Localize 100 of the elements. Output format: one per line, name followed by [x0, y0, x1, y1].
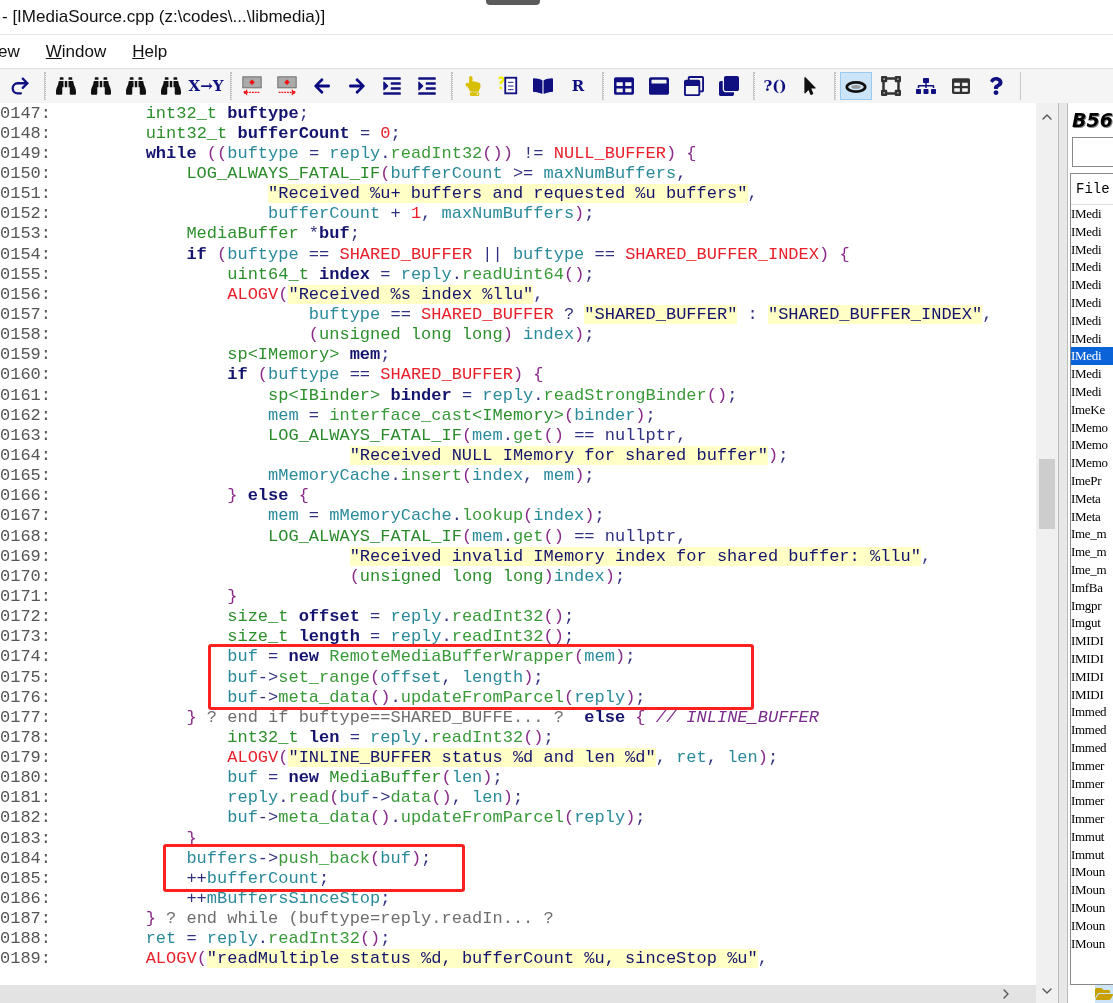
file-list-item[interactable]: IMoun	[1071, 916, 1113, 935]
code-line: size_t length = reply.readInt32();	[226, 627, 575, 647]
code-line: sp<IMemory> mem;	[226, 345, 391, 365]
file-list-item[interactable]: IMemo	[1071, 454, 1113, 472]
file-list-item[interactable]: ImfBa	[1071, 578, 1113, 597]
line-number: 0180:	[0, 768, 52, 788]
file-list-item[interactable]: Ime_m	[1071, 543, 1113, 561]
file-list-item[interactable]: IMedi	[1071, 329, 1113, 348]
menu-item[interactable]: Help	[132, 41, 168, 62]
line-number: 0153:	[0, 224, 52, 244]
file-list-item[interactable]: Imgut	[1071, 614, 1113, 633]
file-list-item[interactable]: IMedi	[1071, 294, 1113, 312]
file-list-item[interactable]: Ime_m	[1071, 560, 1113, 579]
file-list-item[interactable]: IMoun	[1071, 881, 1113, 900]
file-list-item[interactable]: IMIDI	[1071, 685, 1113, 704]
indent-icon	[417, 76, 437, 96]
line-number: 0188:	[0, 929, 52, 949]
line-number: 0185:	[0, 868, 52, 888]
line-number: 0151:	[0, 184, 52, 204]
toolbar-button[interactable]: X→Y	[190, 72, 222, 100]
file-list-item[interactable]: IMemo	[1071, 436, 1113, 455]
toolbar-button[interactable]: ?()	[759, 72, 791, 100]
line-number: 0157:	[0, 304, 52, 324]
file-list-item[interactable]: Immed	[1071, 738, 1113, 757]
toolbar-button[interactable]	[840, 72, 872, 100]
line-number: 0173:	[0, 627, 52, 647]
code-line: buf->meta_data().updateFromParcel(reply);	[226, 808, 646, 828]
vertical-scrollbar[interactable]	[1036, 103, 1058, 1003]
line-number: 0189:	[0, 949, 52, 969]
toolbar-button[interactable]: R	[562, 72, 594, 100]
scroll-thumb[interactable]	[1039, 459, 1055, 529]
file-list-item[interactable]: IMedi	[1071, 347, 1113, 366]
menu-item[interactable]: Window	[45, 41, 107, 62]
line-number: 0150:	[0, 164, 52, 183]
code-line: ++bufferCount;	[185, 868, 330, 888]
line-number: 0148:	[0, 123, 52, 143]
file-list-item[interactable]: IMoun	[1071, 899, 1113, 917]
file-list-item[interactable]: IMedi	[1071, 240, 1113, 259]
file-list-item[interactable]: Ime_m	[1071, 525, 1113, 544]
arrow-box-icon	[275, 75, 299, 97]
file-list-item[interactable]: IMedi	[1071, 222, 1113, 241]
line-number: 0166:	[0, 486, 52, 506]
code-line: int32_t buftype;	[144, 103, 309, 123]
file-list-item[interactable]: IMedi	[1071, 365, 1113, 383]
code-line: buffers->push_back(buf);	[185, 848, 432, 868]
file-list-item[interactable]: IMoun	[1071, 863, 1113, 882]
file-list-item[interactable]: IMedi	[1071, 258, 1113, 277]
file-list-item[interactable]: Immer	[1071, 810, 1113, 828]
window-title: - [IMediaSource.cpp (z:\codes\...\libmedia)]	[2, 7, 326, 27]
line-number: 0158:	[0, 325, 52, 345]
code-line: } else {	[226, 486, 309, 506]
file-list-item[interactable]: Immed	[1071, 721, 1113, 739]
file-list-item[interactable]: Immut	[1071, 827, 1113, 846]
file-list-item[interactable]: IMedi	[1071, 311, 1113, 330]
file-list-item[interactable]: ImeKe	[1071, 400, 1113, 419]
binoculars-icon	[161, 76, 181, 96]
file-list-item[interactable]: IMeta	[1071, 507, 1113, 526]
file-list-item[interactable]: Immer	[1071, 756, 1113, 775]
help-page-icon	[497, 75, 519, 97]
file-list-item[interactable]: Immer	[1071, 774, 1113, 793]
window-icon	[684, 76, 704, 96]
line-number: 0155:	[0, 264, 52, 284]
tree-icon	[916, 76, 936, 96]
file-list-item[interactable]: Imgpr	[1071, 596, 1113, 615]
hand-icon	[463, 76, 483, 96]
file-list-item[interactable]: IMIDI	[1071, 667, 1113, 686]
file-list-item[interactable]: IMIDI	[1071, 649, 1113, 668]
line-number: 0168:	[0, 526, 52, 546]
arrow-right-icon	[348, 77, 366, 95]
horizontal-scrollbar[interactable]	[0, 985, 1036, 1003]
code-line: sp<IBinder> binder = reply.readStrongBinder();	[267, 385, 738, 405]
file-list-item[interactable]: ImePr	[1071, 471, 1113, 490]
file-list-item[interactable]: Immut	[1071, 845, 1113, 864]
file-list-item[interactable]: Immer	[1071, 792, 1113, 811]
code-line: buf->set_range(offset, length);	[226, 667, 544, 687]
file-list-item[interactable]: IMedi	[1071, 276, 1113, 294]
file-list-item[interactable]: Immed	[1071, 703, 1113, 722]
code-line: (unsigned long long) index);	[307, 325, 595, 345]
file-list-item[interactable]: IMedi	[1071, 205, 1113, 223]
code-line: buf->meta_data().updateFromParcel(reply);	[226, 687, 646, 707]
code-line: LOG_ALWAYS_FATAL_IF(mem.get() == nullptr,	[267, 526, 687, 546]
file-list-item[interactable]: IMIDI	[1071, 632, 1113, 650]
file-list-item[interactable]: IMeta	[1071, 489, 1113, 508]
book-icon	[533, 76, 553, 96]
line-number: 0187:	[0, 909, 52, 929]
code-line: } ? end while (buftype=reply.readIn... ?	[144, 909, 554, 929]
file-list-item[interactable]: IMemo	[1071, 418, 1113, 437]
code-line: buf = new RemoteMediaBufferWrapper(mem);	[226, 647, 636, 667]
file-list-item[interactable]: IMoun	[1071, 934, 1113, 953]
list-header: File	[1071, 174, 1113, 205]
line-number: 0184:	[0, 848, 52, 868]
line-number: 0170:	[0, 566, 52, 586]
code-line: while ((buftype = reply.readInt32()) != NULL_BUFFER) {	[144, 143, 697, 163]
line-number: 0179:	[0, 748, 52, 768]
line-number: 0154:	[0, 244, 52, 264]
line-number: 0181:	[0, 788, 52, 808]
window-handle	[486, 0, 540, 5]
file-list-item[interactable]: IMedi	[1071, 382, 1113, 401]
grid-icon	[614, 76, 634, 96]
line-number: 0163:	[0, 425, 52, 445]
